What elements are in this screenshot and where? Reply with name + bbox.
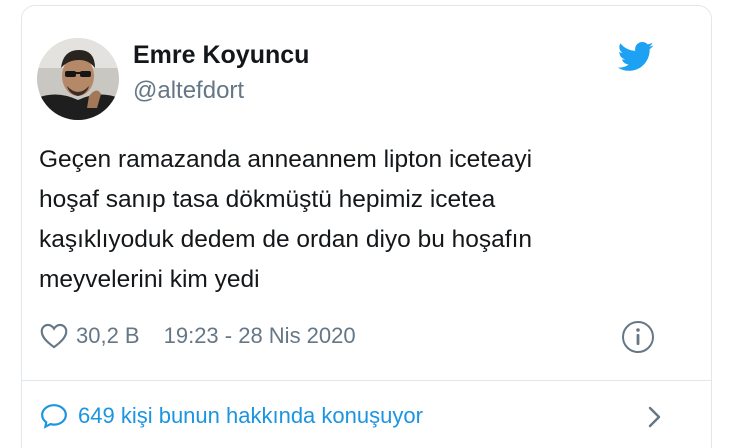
heart-icon[interactable] bbox=[40, 323, 68, 349]
twitter-bird-icon[interactable] bbox=[618, 42, 654, 72]
tweet-embed-page: Emre Koyuncu @altefdort Geçen ramazanda … bbox=[0, 0, 735, 448]
card-divider bbox=[21, 380, 712, 381]
tweet-text-line: hoşaf sanıp tasa dökmüştü hepimiz icetea bbox=[39, 186, 496, 213]
author-handle[interactable]: @altefdort bbox=[133, 77, 244, 105]
like-count[interactable]: 30,2 B bbox=[76, 323, 140, 349]
chevron-right-icon[interactable] bbox=[646, 405, 664, 429]
tweet-text-line: kaşıklıyoduk dedem de ordan diyo bu hoşa… bbox=[39, 226, 533, 253]
conversation-link[interactable]: 649 kişi bunun hakkında konuşuyor bbox=[40, 398, 680, 434]
avatar-photo bbox=[37, 38, 119, 120]
tweet-timestamp[interactable]: 19:23 - 28 Nis 2020 bbox=[164, 323, 356, 349]
avatar[interactable] bbox=[37, 38, 119, 120]
info-icon[interactable] bbox=[621, 320, 655, 354]
author-name[interactable]: Emre Koyuncu bbox=[133, 41, 309, 70]
speech-bubble-icon bbox=[41, 404, 67, 429]
tweet-meta-row: 30,2 B 19:23 - 28 Nis 2020 bbox=[40, 318, 356, 354]
conversation-label[interactable]: 649 kişi bunun hakkında konuşuyor bbox=[78, 403, 423, 429]
tweet-text-line: Geçen ramazanda anneannem lipton iceteay… bbox=[39, 146, 533, 173]
tweet-text: Geçen ramazanda anneannem lipton iceteay… bbox=[39, 140, 659, 300]
tweet-text-line: meyvelerini kim yedi bbox=[39, 266, 260, 293]
